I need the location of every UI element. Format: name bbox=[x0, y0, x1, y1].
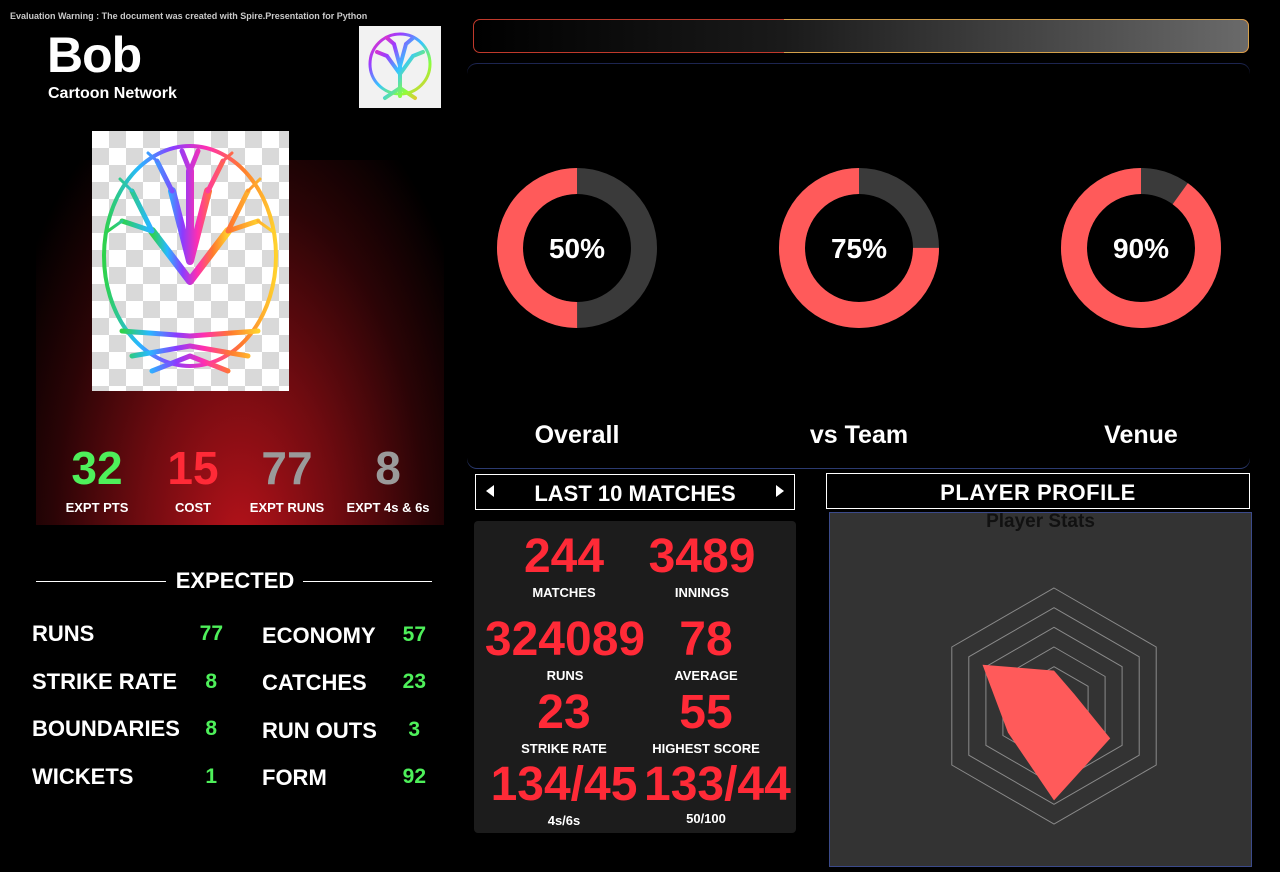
expt-runs-value: 77 bbox=[261, 442, 313, 494]
evaluation-warning: Evaluation Warning : The document was cr… bbox=[10, 11, 368, 21]
boundaries-label: 4s/6s bbox=[547, 813, 581, 828]
last10-stats-panel: 244 MATCHES 3489 INNINGS 324089 RUNS 78 … bbox=[474, 521, 796, 833]
radar-chart bbox=[951, 587, 1157, 825]
divider-left bbox=[36, 581, 166, 582]
donut-value-1: 75% bbox=[831, 233, 887, 264]
expected-wickets-value: 1 bbox=[205, 765, 217, 788]
divider-right bbox=[303, 581, 432, 582]
radar-chart-panel: Player Stats bbox=[829, 511, 1252, 867]
radar-series-area bbox=[982, 664, 1111, 801]
strike-rate-value: 23 bbox=[537, 686, 591, 739]
expected-economy-label: ECONOMY bbox=[262, 623, 376, 648]
average-value: 78 bbox=[679, 613, 733, 666]
expt-pts-value: 32 bbox=[71, 442, 123, 494]
expected-runs-value: 77 bbox=[199, 622, 223, 645]
expected-boundaries-value: 8 bbox=[205, 717, 217, 740]
expected-wickets-label: WICKETS bbox=[32, 764, 134, 789]
top-banner-bar bbox=[473, 19, 1249, 53]
expt-pts-label: EXPT PTS bbox=[65, 500, 129, 515]
donut-value-0: 50% bbox=[549, 233, 605, 264]
expected-catches-label: CATCHES bbox=[262, 670, 367, 695]
expected-strike-rate-value: 8 bbox=[205, 670, 217, 693]
player-image bbox=[92, 131, 289, 391]
team-logo bbox=[359, 26, 441, 108]
expected-run-outs-value: 3 bbox=[408, 718, 420, 741]
radar-chart-title: Player Stats bbox=[986, 511, 1095, 532]
expected-form-value: 92 bbox=[402, 765, 426, 788]
expected-catches-value: 23 bbox=[402, 670, 426, 693]
player-profile-header: PLAYER PROFILE bbox=[826, 473, 1250, 509]
fifties-hundreds-label: 50/100 bbox=[686, 811, 726, 826]
expected-strike-rate-label: STRIKE RATE bbox=[32, 669, 178, 694]
runs-label: RUNS bbox=[546, 668, 584, 683]
highest-score-label: HIGHEST SCORE bbox=[652, 741, 760, 756]
expected-economy-value: 57 bbox=[402, 623, 426, 646]
average-label: AVERAGE bbox=[674, 668, 738, 683]
next-arrow-icon[interactable] bbox=[776, 485, 784, 497]
last10-title: LAST 10 MATCHES bbox=[534, 481, 736, 506]
donut-charts: 50% 75% 90% bbox=[497, 168, 1221, 328]
expt-runs-label: EXPT RUNS bbox=[249, 500, 325, 515]
strike-rate-label: STRIKE RATE bbox=[521, 741, 607, 756]
expt-boundaries-value: 8 bbox=[375, 442, 401, 494]
donut-label-vs-team: vs Team bbox=[809, 421, 909, 449]
expt-boundaries-label: EXPT 4s & 6s bbox=[346, 500, 430, 515]
donut-panel: 50% 75% 90% bbox=[467, 64, 1250, 468]
boundaries-value: 134/45 bbox=[490, 758, 638, 811]
expected-runs-label: RUNS bbox=[32, 621, 95, 646]
runs-value: 324089 bbox=[484, 613, 646, 666]
donut-label-overall: Overall bbox=[534, 421, 620, 449]
matches-value: 244 bbox=[523, 530, 605, 583]
matches-label: MATCHES bbox=[532, 585, 596, 600]
innings-label: INNINGS bbox=[674, 585, 730, 600]
player-profile-title: PLAYER PROFILE bbox=[940, 480, 1136, 505]
player-name: Bob bbox=[47, 27, 142, 83]
donut-value-2: 90% bbox=[1113, 233, 1169, 264]
expected-title: EXPECTED bbox=[175, 568, 295, 593]
innings-value: 3489 bbox=[648, 530, 756, 583]
donut-label-venue: Venue bbox=[1104, 421, 1178, 449]
last10-header: LAST 10 MATCHES bbox=[475, 474, 795, 510]
highest-score-value: 55 bbox=[679, 686, 733, 739]
fifties-hundreds-value: 133/44 bbox=[644, 758, 791, 811]
expected-form-label: FORM bbox=[262, 765, 327, 790]
player-team: Cartoon Network bbox=[48, 85, 177, 102]
